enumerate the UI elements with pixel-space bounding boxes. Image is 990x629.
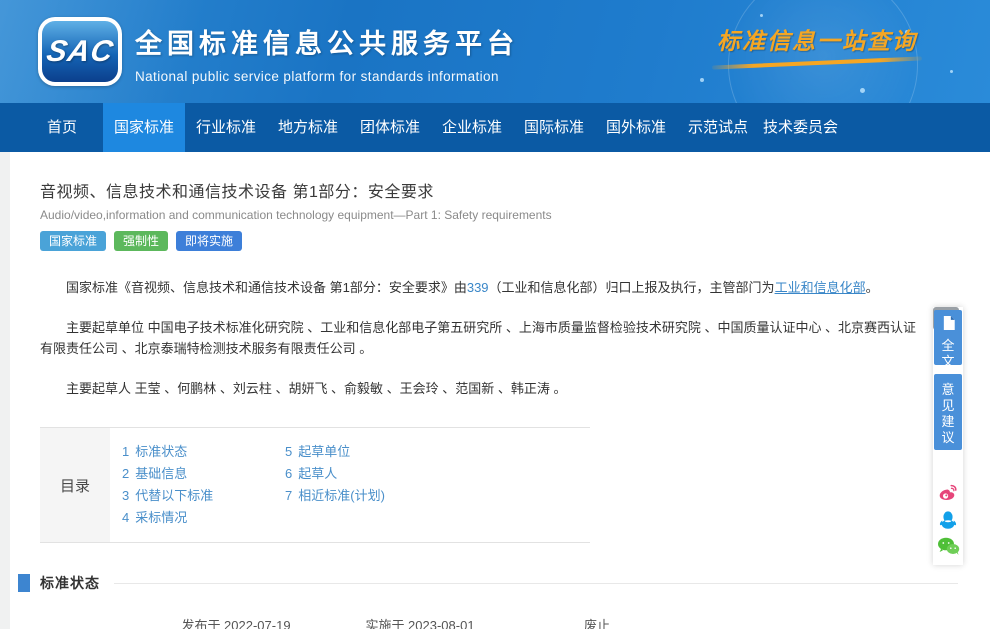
standard-detail: 音视频、信息技术和通信技术设备 第1部分：安全要求 Audio/video,in… <box>40 152 920 629</box>
decor-dot <box>860 88 865 93</box>
nav-item-enterprise-standards[interactable]: 企业标准 <box>431 103 513 152</box>
left-gutter <box>0 152 10 629</box>
document-icon <box>942 316 955 335</box>
weibo-icon <box>937 482 959 509</box>
feedback-label: 意见建议 <box>941 382 955 446</box>
nav-item-home[interactable]: 首页 <box>21 103 103 152</box>
main-nav: 首页 国家标准 行业标准 地方标准 团体标准 企业标准 国际标准 国外标准 示范… <box>0 103 990 152</box>
nav-item-foreign-standards[interactable]: 国外标准 <box>595 103 677 152</box>
table-of-contents: 目录 1标准状态 2基础信息 3代替以下标准 4采标情况 5起草单位 6起草人 … <box>40 427 590 543</box>
nav-item-local-standards[interactable]: 地方标准 <box>267 103 349 152</box>
side-toolbar: 全文 意见建议 <box>933 307 963 565</box>
section-divider-line <box>114 583 958 584</box>
status-section-header: 标准状态 <box>18 573 920 593</box>
toc-label: 目录 <box>40 428 110 542</box>
link-339[interactable]: 339 <box>467 280 489 295</box>
decor-dot <box>760 14 763 17</box>
nav-item-international-standards[interactable]: 国际标准 <box>513 103 595 152</box>
sac-logo-inner: SAC <box>42 21 118 82</box>
qq-share-button[interactable] <box>936 510 960 534</box>
p1-text: （工业和信息化部）归口上报及执行，主管部门为 <box>489 280 775 295</box>
qq-icon <box>937 509 959 536</box>
sac-logo-text: SAC <box>44 35 116 69</box>
nav-item-group-standards[interactable]: 团体标准 <box>349 103 431 152</box>
timeline-label-published: 发布于 2022-07-19 <box>181 615 290 629</box>
status-section-title: 标准状态 <box>40 573 100 593</box>
tag-national-standard: 国家标准 <box>40 231 106 251</box>
site-subtitle: National public service platform for sta… <box>135 69 519 84</box>
toc-item-basic-info[interactable]: 2基础信息 <box>122 463 285 485</box>
p1-text: 国家标准《音视频、信息技术和通信技术设备 第1部分：安全要求》由 <box>66 280 467 295</box>
paragraph-drafters: 主要起草人 王莹 、何鹏林 、刘云柱 、胡妍飞 、俞毅敏 、王会玲 、范国新 、… <box>40 378 920 399</box>
paragraph-authority: 国家标准《音视频、信息技术和通信技术设备 第1部分：安全要求》由339（工业和信… <box>40 277 920 298</box>
section-marker <box>18 574 30 592</box>
timeline-label-implemented: 实施于 2023-08-01 <box>365 615 474 629</box>
nav-item-pilot-demo[interactable]: 示范试点 <box>677 103 759 152</box>
toc-item-similar-standards[interactable]: 7相近标准(计划) <box>285 485 385 507</box>
wechat-icon <box>937 536 960 562</box>
toc-column-2: 5起草单位 6起草人 7相近标准(计划) <box>285 441 385 529</box>
site-title-block: 全国标准信息公共服务平台 National public service pla… <box>135 22 519 84</box>
toc-item-adoption[interactable]: 4采标情况 <box>122 507 285 529</box>
decor-dot <box>950 70 953 73</box>
slogan-text: 标准信息一站查询 <box>712 22 922 56</box>
page-body: 音视频、信息技术和通信技术设备 第1部分：安全要求 Audio/video,in… <box>0 152 990 629</box>
standard-title-zh: 音视频、信息技术和通信技术设备 第1部分：安全要求 <box>40 178 920 202</box>
decor-dot <box>700 78 704 82</box>
toc-item-replaces[interactable]: 3代替以下标准 <box>122 485 285 507</box>
toc-item-drafting-units[interactable]: 5起草单位 <box>285 441 385 463</box>
tag-upcoming: 即将实施 <box>176 231 242 251</box>
p1-text: 。 <box>866 280 879 295</box>
weibo-share-button[interactable] <box>936 483 960 507</box>
toc-item-drafters[interactable]: 6起草人 <box>285 463 385 485</box>
toc-item-status[interactable]: 1标准状态 <box>122 441 285 463</box>
sac-logo[interactable]: SAC <box>38 17 122 86</box>
header-slogan: 标准信息一站查询 <box>712 22 922 65</box>
paragraph-drafting-units: 主要起草单位 中国电子技术标准化研究院 、工业和信息化部电子第五研究所 、上海市… <box>40 317 920 360</box>
standard-title-en: Audio/video,information and communicatio… <box>40 208 920 222</box>
toc-body: 1标准状态 2基础信息 3代替以下标准 4采标情况 5起草单位 6起草人 7相近… <box>110 428 590 542</box>
wechat-share-button[interactable] <box>936 537 960 561</box>
nav-item-national-standards[interactable]: 国家标准 <box>103 103 185 152</box>
standard-tags: 国家标准 强制性 即将实施 <box>40 231 920 251</box>
fulltext-label: 全文 <box>941 338 955 370</box>
timeline-label-abolished: 废止 <box>584 615 610 629</box>
status-timeline: 发布于 2022-07-19 实施于 2023-08-01 废止 <box>40 615 920 629</box>
site-title: 全国标准信息公共服务平台 <box>135 22 519 61</box>
tag-mandatory: 强制性 <box>114 231 168 251</box>
fulltext-button[interactable]: 全文 <box>934 310 962 365</box>
nav-item-industry-standards[interactable]: 行业标准 <box>185 103 267 152</box>
toc-column-1: 1标准状态 2基础信息 3代替以下标准 4采标情况 <box>122 441 285 529</box>
feedback-button[interactable]: 意见建议 <box>934 374 962 450</box>
site-header: SAC 全国标准信息公共服务平台 National public service… <box>0 0 990 103</box>
nav-item-technical-committee[interactable]: 技术委员会 <box>759 103 842 152</box>
link-ministry[interactable]: 工业和信息化部 <box>775 280 866 295</box>
